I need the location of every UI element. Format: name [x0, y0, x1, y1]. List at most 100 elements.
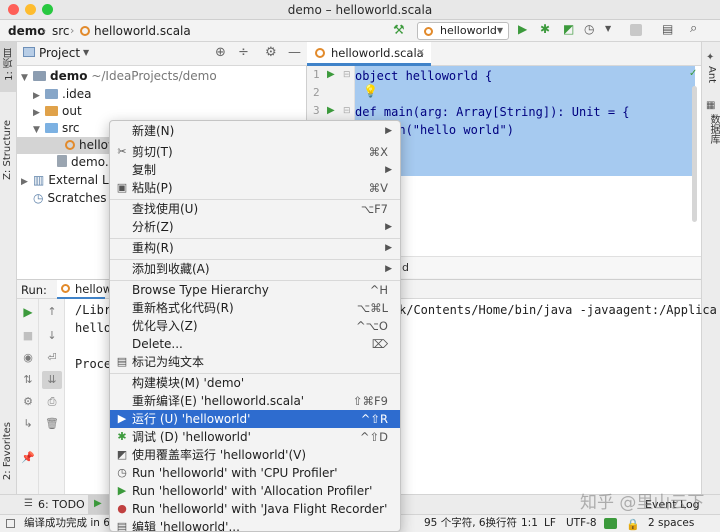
menu-item-copy[interactable]: 复制 ▶	[110, 161, 400, 179]
todo-tool-tab[interactable]: 6: TODO	[38, 498, 85, 511]
editor-scrollbar[interactable]	[692, 86, 697, 222]
menu-item-run[interactable]: ▶ 运行 (U) 'helloworld' ^⇧R	[110, 410, 400, 428]
menu-item-label: 构建模块(M) 'demo'	[132, 376, 245, 390]
build-hammer-icon[interactable]: ⚒	[393, 23, 405, 38]
menu-item-add-to-favorites[interactable]: 添加到收藏(A) ▶	[110, 260, 400, 278]
menu-item-build-module[interactable]: 构建模块(M) 'demo'	[110, 374, 400, 392]
menu-item-label: 编辑 'helloworld'...	[132, 520, 240, 532]
run-tab[interactable]: hellow	[57, 280, 112, 299]
status-caret-position[interactable]: 1:1	[521, 515, 538, 532]
menu-item-new[interactable]: 新建(N) ▶	[110, 122, 400, 140]
status-line-separator[interactable]: LF	[544, 515, 556, 532]
structure-tool-tab[interactable]: Z: Structure	[2, 120, 13, 180]
minimize-window-button[interactable]	[25, 4, 36, 15]
pin-tab-icon[interactable]: ↳	[17, 417, 39, 430]
run-icon: ▶	[117, 412, 127, 425]
run-tool-tab[interactable]: ▶	[88, 495, 110, 514]
editor-tab-helloworld[interactable]: helloworld.scala ×	[307, 42, 431, 66]
menu-item-label: 使用覆盖率运行 'helloworld'(V)	[132, 448, 307, 462]
menu-item-label: Browse Type Hierarchy	[132, 283, 269, 297]
fold-icon[interactable]: ⊟	[343, 70, 351, 80]
favorites-tool-tab[interactable]: 2: Favorites	[2, 422, 13, 480]
tree-item-label: demo	[50, 69, 88, 83]
menu-item-refactor[interactable]: 重构(R) ▶	[110, 239, 400, 257]
intention-bulb-icon[interactable]: 💡	[363, 84, 378, 98]
menu-item-run-with-coverage[interactable]: ◩ 使用覆盖率运行 'helloworld'(V)	[110, 446, 400, 464]
print-icon[interactable]: ⎙	[39, 395, 65, 409]
ant-tool-tab[interactable]: Ant	[706, 66, 717, 83]
scroll-down-icon[interactable]: ↓	[39, 329, 65, 342]
coverage-icon[interactable]: ◩	[563, 22, 574, 36]
menu-item-reformat-code[interactable]: 重新格式化代码(R) ⌥⌘L	[110, 299, 400, 317]
database-tool-tab[interactable]: 数据库	[706, 114, 720, 144]
breadcrumb-file[interactable]: helloworld.scala	[94, 23, 191, 39]
excluded-folder-icon	[45, 106, 58, 116]
menu-item-shortcut: ⌘V	[368, 181, 388, 195]
settings-icon[interactable]: ⚙	[17, 395, 39, 408]
tool-windows-icon[interactable]	[6, 519, 15, 528]
menu-item-label: 新建(N)	[132, 124, 175, 138]
menu-item-mark-as-plain-text[interactable]: ▤ 标记为纯文本	[110, 353, 400, 371]
maximize-window-button[interactable]	[42, 4, 53, 15]
tree-item-demo[interactable]: ▼ demo ~/IdeaProjects/demo	[21, 68, 217, 87]
more-run-options-icon[interactable]: ▼	[605, 24, 611, 33]
restore-layout-icon[interactable]: ⇅	[17, 373, 39, 386]
menu-item-label: 重新编译(E) 'helloworld.scala'	[132, 394, 305, 408]
clear-all-icon[interactable]: 🗑	[39, 417, 65, 430]
locate-file-icon[interactable]: ⊕	[215, 45, 226, 60]
status-message[interactable]: 编译成功完成 in 6 s	[24, 515, 119, 532]
source-folder-icon	[45, 123, 58, 133]
menu-item-paste[interactable]: ▣ 粘贴(P) ⌘V	[110, 179, 400, 197]
run-icon[interactable]: ▶	[518, 22, 527, 36]
menu-item-optimize-imports[interactable]: 优化导入(Z) ^⌥O	[110, 317, 400, 335]
scroll-up-icon[interactable]: ↑	[39, 305, 65, 318]
stop-icon[interactable]: ■	[17, 329, 39, 342]
project-structure-icon[interactable]: ▤	[662, 22, 673, 36]
menu-item-debug[interactable]: ✱ 调试 (D) 'helloworld' ^⇧D	[110, 428, 400, 446]
menu-item-browse-type-hierarchy[interactable]: Browse Type Hierarchy ^H	[110, 281, 400, 299]
run-configuration-select[interactable]: helloworld ▼	[417, 22, 509, 40]
menu-item-analyze[interactable]: 分析(Z) ▶	[110, 218, 400, 236]
collapse-all-icon[interactable]: ÷	[238, 45, 249, 60]
profiler-icon[interactable]: ◷	[584, 22, 594, 36]
menu-item-cut[interactable]: ✂ 剪切(T) ⌘X	[110, 143, 400, 161]
project-panel-title[interactable]: Project	[39, 46, 80, 60]
tree-item-external-libraries[interactable]: ▶ ▥ External Lib	[21, 172, 120, 191]
status-encoding[interactable]: UTF-8	[566, 515, 597, 532]
hide-panel-icon[interactable]: —	[288, 45, 301, 60]
menu-item-recompile[interactable]: 重新编译(E) 'helloworld.scala' ⇧⌘F9	[110, 392, 400, 410]
dump-threads-icon[interactable]: ◉	[17, 351, 39, 364]
status-indent[interactable]: 2 spaces	[648, 515, 694, 532]
pin-icon[interactable]: 📌	[17, 451, 39, 464]
line-number: 2	[313, 86, 320, 99]
menu-item-find-usages[interactable]: 查找使用(U) ⌥F7	[110, 200, 400, 218]
scala-file-icon	[80, 26, 90, 36]
menu-item-run-java-flight-recorder[interactable]: ● Run 'helloworld' with 'Java Flight Reco…	[110, 500, 400, 518]
close-window-button[interactable]	[8, 4, 19, 15]
menu-item-delete[interactable]: Delete... ⌦	[110, 335, 400, 353]
lock-icon[interactable]: 🔒	[626, 516, 640, 532]
readonly-toggle-icon[interactable]	[604, 518, 617, 529]
chevron-down-icon[interactable]: ▼	[83, 48, 89, 57]
fold-icon[interactable]: ⊟	[343, 106, 351, 116]
run-gutter-icon[interactable]: ▶	[327, 69, 335, 80]
soft-wrap-icon[interactable]: ⏎	[39, 351, 65, 364]
rerun-icon[interactable]: ▶	[17, 305, 39, 319]
project-tool-tab[interactable]: 1: 项目	[2, 48, 17, 81]
debug-bug-icon[interactable]: ✱	[540, 22, 550, 36]
tree-item-scratches[interactable]: ◷ Scratches a	[33, 190, 118, 207]
run-gutter-icon[interactable]: ▶	[327, 105, 335, 116]
menu-item-run-cpu-profiler[interactable]: ◷ Run 'helloworld' with 'CPU Profiler'	[110, 464, 400, 482]
code-editor[interactable]: object helloworld { 💡 def main(arg: Arra…	[355, 66, 701, 256]
menu-item-edit-configuration[interactable]: ▤ 编辑 'helloworld'...	[110, 518, 400, 532]
breadcrumb-project[interactable]: demo	[8, 23, 45, 39]
breadcrumb-src[interactable]: src	[52, 23, 70, 39]
window-controls[interactable]	[8, 4, 53, 15]
close-tab-icon[interactable]: ×	[417, 42, 425, 64]
menu-item-run-allocation-profiler[interactable]: ▶ Run 'helloworld' with 'Allocation Profi…	[110, 482, 400, 500]
gear-icon[interactable]: ⚙	[265, 45, 277, 60]
search-icon[interactable]: ⌕	[690, 21, 697, 36]
menu-item-shortcut: ⌥⌘L	[356, 301, 388, 315]
menu-item-label: 查找使用(U)	[132, 202, 199, 216]
menu-item-label: 标记为纯文本	[132, 355, 205, 369]
